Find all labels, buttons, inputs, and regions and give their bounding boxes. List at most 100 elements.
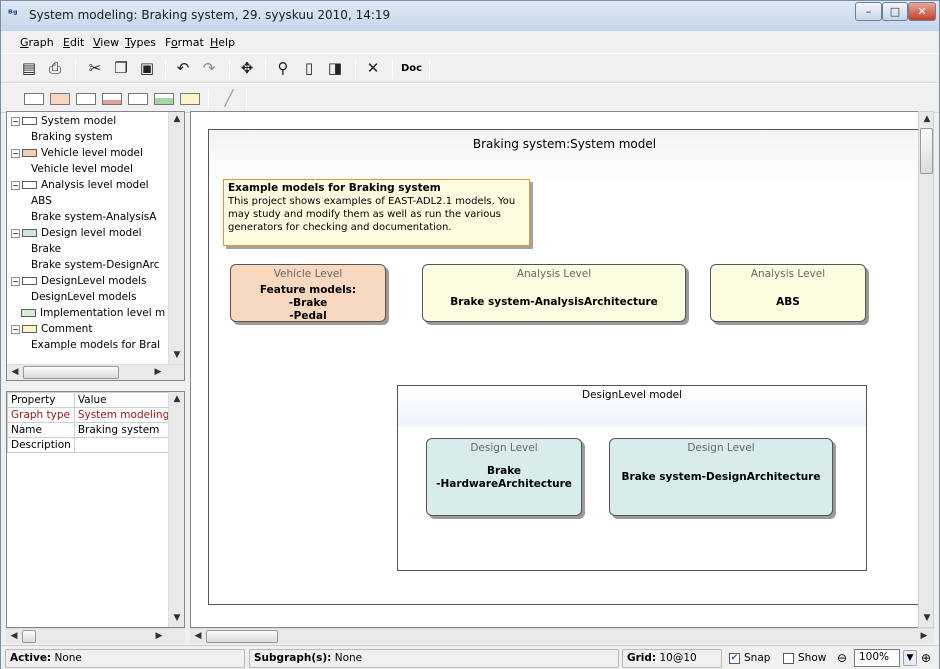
properties-vertical-scrollbar[interactable]: ▲ ▼ — [168, 392, 184, 627]
scroll-up-icon[interactable]: ▲ — [169, 392, 184, 408]
zoom-dropdown-icon[interactable]: ▼ — [903, 650, 917, 666]
zoom-icon[interactable]: ⚲ — [271, 58, 295, 80]
title-bar: ᴮᵍ System modeling: Braking system, 29. … — [1, 1, 939, 31]
canvas-vertical-scrollbar[interactable]: ▲ ▼ — [918, 111, 934, 628]
tree-item-designlevel-models-child[interactable]: DesignLevel models — [31, 291, 136, 303]
property-row-name[interactable]: Name Braking system — [7, 422, 174, 438]
tree-item-designlevel-models[interactable]: − DesignLevel models — [11, 275, 146, 287]
paste-icon[interactable]: ▣ — [135, 58, 159, 80]
collapse-icon[interactable]: − — [11, 148, 20, 158]
tree-hscroll-thumb[interactable] — [23, 366, 119, 379]
doc-button[interactable]: Doc — [401, 60, 422, 78]
maximize-button[interactable]: □ — [882, 2, 908, 21]
checkbox-checked-icon[interactable]: ✔ — [729, 652, 740, 664]
tree-item-abs[interactable]: ABS — [31, 195, 52, 207]
zoom-level-field[interactable]: 100% — [854, 649, 900, 667]
scroll-down-icon[interactable]: ▼ — [169, 611, 184, 627]
scroll-left-icon[interactable]: ◀ — [7, 365, 23, 380]
block-name: Feature models: -Brake -Pedal — [259, 284, 357, 322]
analysis-level-shape-button[interactable] — [76, 93, 96, 105]
properties-icon[interactable]: ▤ — [17, 58, 41, 80]
design-level-shape-button[interactable] — [102, 93, 122, 105]
checkbox-unchecked-icon[interactable] — [783, 652, 794, 664]
comment-note[interactable]: Example models for Braking system This p… — [223, 179, 530, 246]
tree-item-comment[interactable]: − Comment — [11, 323, 92, 335]
menu-graph[interactable]: Graph — [20, 36, 54, 49]
menu-help[interactable]: Help — [210, 36, 235, 49]
tree-item-example-models[interactable]: Example models for Bral — [31, 339, 160, 351]
scroll-down-icon[interactable]: ▼ — [919, 611, 935, 627]
undo-icon[interactable]: ↶ — [171, 58, 195, 80]
brake-design-architecture-block[interactable]: Design Level Brake system-DesignArchitec… — [609, 438, 833, 516]
property-value[interactable] — [73, 437, 174, 453]
main-toolbar: ▤ ⎙ ✂ ❐ ▣ ↶ ↷ ✥ ⚲ ▯ ◨ ✕ Doc — [1, 53, 939, 83]
cut-icon[interactable]: ✂ — [83, 58, 107, 80]
relationship-line-icon[interactable]: ╱ — [217, 88, 241, 110]
analysis-architecture-block[interactable]: Analysis Level Brake system-AnalysisArch… — [422, 264, 686, 322]
system-model-frame[interactable]: Braking system:System model Example mode… — [208, 129, 921, 605]
menu-edit[interactable]: Edit — [63, 36, 84, 49]
close-button[interactable]: ✕ — [908, 2, 936, 21]
zoom-in-icon[interactable]: ⊕ — [921, 651, 931, 665]
collapse-icon[interactable]: − — [11, 116, 20, 126]
copy-icon[interactable]: ❐ — [109, 58, 133, 80]
collapse-icon[interactable]: − — [11, 276, 20, 286]
abs-block[interactable]: Analysis Level ABS — [710, 264, 866, 322]
tree-item-vehicle-level-model[interactable]: − Vehicle level model — [11, 147, 143, 159]
scroll-left-icon[interactable]: ◀ — [190, 629, 206, 645]
implementation-level-shape-button[interactable] — [128, 93, 148, 105]
left-bottom-scrollbar[interactable]: ◀ ▶ — [6, 628, 185, 644]
minimize-button[interactable]: – — [855, 2, 882, 21]
vehicle-level-block[interactable]: Vehicle Level Feature models: -Brake -Pe… — [230, 264, 386, 322]
brake-hardware-block[interactable]: Design Level Brake -HardwareArchitecture — [426, 438, 582, 516]
graph-object-shape-button[interactable] — [24, 93, 44, 105]
tree-item-implementation-level[interactable]: Implementation level m — [21, 307, 165, 319]
tree-item-brake[interactable]: Brake — [31, 243, 61, 255]
scroll-up-icon[interactable]: ▲ — [919, 112, 935, 128]
tree-item-brake-system-analysis[interactable]: Brake system-AnalysisA — [31, 211, 156, 223]
scroll-left-icon[interactable]: ◀ — [6, 629, 22, 645]
implementation-level-icon — [21, 309, 36, 317]
menu-format[interactable]: Format — [165, 36, 204, 49]
print-icon[interactable]: ⎙ — [43, 58, 67, 80]
canvas-horizontal-scrollbar[interactable]: ◀ ▶ — [190, 628, 934, 644]
select-icon[interactable]: ✥ — [235, 58, 259, 80]
redo-icon[interactable]: ↷ — [197, 58, 221, 80]
tree-item-braking-system[interactable]: Braking system — [31, 131, 113, 143]
scroll-right-icon[interactable]: ▶ — [150, 365, 166, 380]
vehicle-level-shape-button[interactable] — [50, 93, 70, 105]
tree-item-vehicle-level-model-child[interactable]: Vehicle level model — [31, 163, 133, 175]
comment-shape-button[interactable] — [180, 93, 200, 105]
show-checkbox[interactable]: Show — [783, 652, 826, 664]
tree-item-brake-system-design[interactable]: Brake system-DesignArc — [31, 259, 160, 271]
canvas-vscroll-thumb[interactable] — [920, 128, 933, 174]
tree-horizontal-scrollbar[interactable]: ◀ ▶ — [7, 364, 184, 380]
page-icon[interactable]: ▯ — [297, 58, 321, 80]
property-row-graph-type[interactable]: Graph type System modeling — [7, 407, 174, 423]
designlevel-model-frame[interactable]: DesignLevel model Design Level Brake -Ha… — [397, 385, 867, 571]
collapse-icon[interactable]: − — [11, 228, 20, 238]
tree-item-analysis-level-model[interactable]: − Analysis level model — [11, 179, 149, 191]
property-row-description[interactable]: Description — [7, 437, 174, 453]
delete-icon[interactable]: ✕ — [361, 58, 385, 80]
scroll-up-icon[interactable]: ▲ — [169, 112, 184, 128]
collapse-icon[interactable]: − — [11, 180, 20, 190]
property-value[interactable]: Braking system — [73, 422, 174, 438]
tree-item-design-level-model[interactable]: − Design level model — [11, 227, 142, 239]
diagram-canvas[interactable]: Braking system:System model Example mode… — [190, 111, 934, 628]
zoom-out-icon[interactable]: ⊖ — [837, 651, 847, 665]
tree-vertical-scrollbar[interactable]: ▲ ▼ — [168, 112, 184, 364]
menu-types[interactable]: Types — [125, 36, 156, 49]
scroll-right-icon[interactable]: ▶ — [916, 629, 932, 645]
canvas-hscroll-thumb[interactable] — [206, 630, 278, 643]
design-level-model-shape-button[interactable] — [154, 93, 174, 105]
left-hscroll-thumb[interactable] — [22, 630, 36, 643]
collapse-icon[interactable]: − — [11, 324, 20, 334]
tree-item-system-model[interactable]: − System model — [11, 115, 116, 127]
snap-checkbox[interactable]: ✔ Snap — [729, 652, 770, 664]
menu-view[interactable]: View — [93, 36, 119, 49]
scroll-down-icon[interactable]: ▼ — [169, 348, 184, 364]
page-setup-icon[interactable]: ◨ — [323, 58, 347, 80]
property-value[interactable]: System modeling — [73, 407, 174, 423]
scroll-right-icon[interactable]: ▶ — [151, 629, 167, 645]
